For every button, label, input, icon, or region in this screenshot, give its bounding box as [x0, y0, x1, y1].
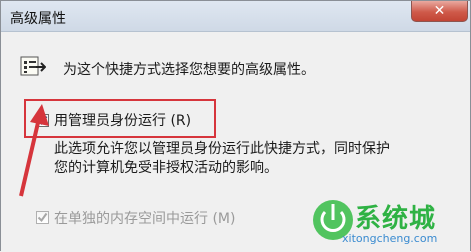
shortcut-properties-icon — [20, 56, 46, 76]
close-icon: ✕ — [433, 3, 446, 19]
watermark-brand: 系统城 — [355, 204, 437, 234]
close-button[interactable]: ✕ — [411, 1, 468, 22]
separate-memory-checkbox[interactable] — [36, 211, 49, 224]
header-text: 为这个快捷方式选择您想要的高级属性。 — [63, 62, 315, 78]
annotation-arrow — [19, 104, 49, 197]
separate-memory-label[interactable]: 在单独的内存空间中运行 (M) — [54, 208, 235, 228]
window-title: 高级属性 — [10, 11, 66, 27]
description-line: 此选项允许您以管理员身份运行此快捷方式，同时保护 — [54, 141, 390, 157]
run-as-admin-description: 此选项允许您以管理员身份运行此快捷方式，同时保护 您的计算机免受非授权活动的影响… — [54, 140, 390, 178]
checkmark-icon — [37, 212, 48, 223]
watermark-domain: xitongcheng.com — [342, 232, 438, 245]
title-bar[interactable]: 高级属性 ✕ — [1, 1, 470, 32]
description-line: 您的计算机免受非授权活动的影响。 — [54, 160, 278, 176]
